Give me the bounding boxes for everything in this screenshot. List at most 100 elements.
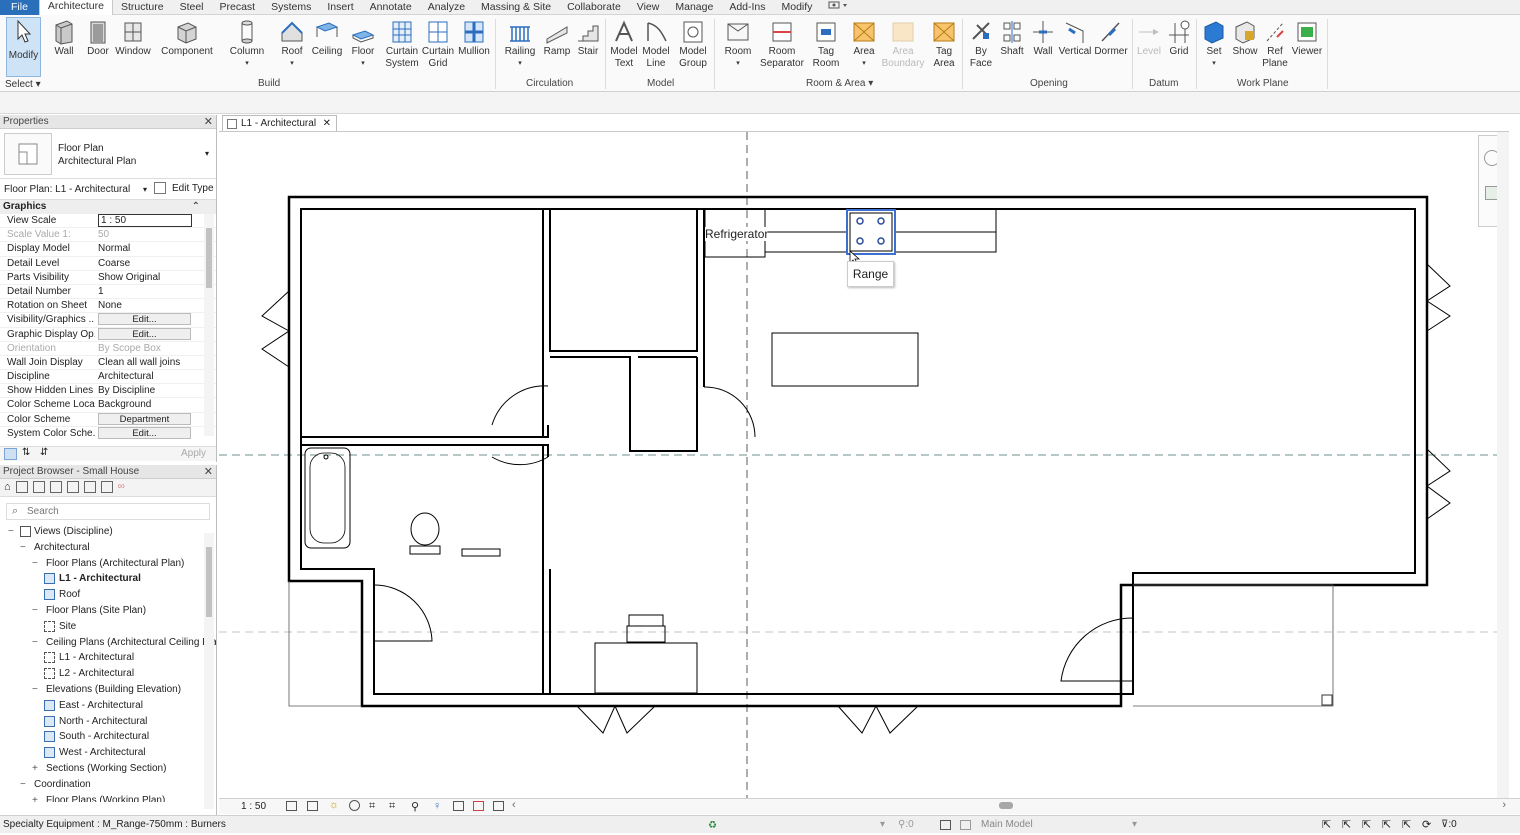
by-face-button[interactable]: By Face	[966, 18, 996, 70]
floor-button[interactable]: Floor ▾	[349, 18, 377, 70]
lock-icon[interactable]: ⚲	[411, 800, 419, 813]
room-separator-button[interactable]: Room Separator	[760, 18, 804, 70]
show-crop-icon[interactable]: ⌗	[389, 800, 395, 813]
filter-count[interactable]: ⊽:0	[1441, 816, 1457, 834]
canvas-vertical-scrollbar[interactable]	[1497, 132, 1509, 799]
scroll-right-icon[interactable]: ›	[1502, 799, 1506, 811]
expand-icon[interactable]: +	[32, 761, 38, 777]
refrigerator-label[interactable]: Refrigerator	[705, 227, 769, 241]
model-line-button[interactable]: Model Line	[640, 18, 672, 70]
tag-room-button[interactable]: Tag Room	[808, 18, 844, 70]
ref-plane-button[interactable]: Ref Plane	[1261, 18, 1289, 70]
tree-item[interactable]: − Floor Plans (Architectural Plan)	[0, 556, 216, 572]
range-burner[interactable]	[877, 217, 885, 225]
room-area-group-label[interactable]: Room & Area ▾	[806, 78, 873, 89]
expand-icon[interactable]: +	[32, 793, 38, 802]
close-icon[interactable]: ✕	[323, 116, 331, 132]
tree-item[interactable]: Site	[0, 619, 216, 635]
main-model-dropdown[interactable]: Main Model	[981, 816, 1033, 834]
tree-item[interactable]: − Views (Discipline)	[0, 524, 216, 540]
window-button[interactable]: Window	[115, 18, 151, 58]
chevron-down-icon[interactable]: ▾	[1132, 816, 1137, 834]
tab-l1-architectural[interactable]: L1 - Architectural ✕	[222, 115, 337, 132]
tab-precast[interactable]: Precast	[212, 0, 264, 15]
tab-architecture[interactable]: Architecture	[38, 0, 113, 15]
tree-item[interactable]: East - Architectural	[0, 698, 216, 714]
collapse-icon[interactable]: −	[8, 524, 14, 540]
temporary-hide-icon[interactable]: ♀	[433, 800, 441, 812]
tree-item[interactable]: − Elevations (Building Elevation)	[0, 682, 216, 698]
workset-dropdown[interactable]: ▾	[880, 816, 885, 834]
browser-scrollbar[interactable]	[204, 533, 214, 809]
select-dropdown[interactable]: Select ▾	[5, 79, 41, 90]
horizontal-scroll-thumb[interactable]	[999, 802, 1013, 809]
prop-row[interactable]: Detail Number 1	[0, 285, 216, 300]
collapse-icon[interactable]: −	[32, 556, 38, 572]
column-button[interactable]: Column ▾	[227, 18, 267, 70]
wall-opening-button[interactable]: Wall	[1029, 18, 1057, 58]
dormer-button[interactable]: Dormer	[1093, 18, 1129, 58]
prop-row[interactable]: Detail Level Coarse	[0, 257, 216, 271]
group-icon[interactable]	[83, 481, 96, 493]
close-icon[interactable]: ✕	[204, 115, 213, 129]
reveal-hidden-icon[interactable]	[453, 801, 464, 811]
graphics-section[interactable]: Graphics ⌃	[0, 200, 216, 214]
worksharing-icon[interactable]: ♻	[708, 817, 717, 835]
detail-level-icon[interactable]	[286, 801, 297, 811]
prop-row[interactable]: Show Hidden Lines By Discipline	[0, 384, 216, 399]
prop-row[interactable]: Discipline Architectural	[0, 370, 216, 385]
select-pinned-icon[interactable]: ⇱	[1362, 816, 1371, 834]
shaft-button[interactable]: Shaft	[997, 18, 1027, 58]
properties-scrollbar[interactable]	[204, 214, 214, 436]
prop-row[interactable]: Display Model Normal	[0, 242, 216, 257]
tree-item[interactable]: − Coordination	[0, 777, 216, 793]
railing-button[interactable]: Railing ▾	[502, 18, 538, 70]
roof-button[interactable]: Roof ▾	[278, 18, 306, 70]
tree-item[interactable]: L1 - Architectural	[0, 650, 216, 666]
view-scale-button[interactable]: 1 : 50	[241, 801, 266, 812]
level-button[interactable]: Level	[1135, 18, 1163, 58]
tab-massing-site[interactable]: Massing & Site	[473, 0, 559, 15]
revit-links-icon[interactable]: ∞	[118, 481, 125, 494]
tree-item[interactable]: L1 - Architectural	[0, 571, 216, 587]
tab-systems[interactable]: Systems	[263, 0, 319, 15]
background-process-icon[interactable]: ⟳	[1422, 816, 1431, 834]
range-burner[interactable]	[856, 217, 864, 225]
area-button[interactable]: Area ▾	[850, 18, 878, 70]
search-input[interactable]	[27, 505, 187, 518]
instance-selector[interactable]: Floor Plan: L1 - Architectural ▾	[4, 183, 147, 197]
room-button[interactable]: Room ▾	[721, 18, 755, 70]
sun-path-icon[interactable]: ☼	[329, 799, 339, 811]
analytical-icon[interactable]	[493, 801, 504, 811]
drag-elements-icon[interactable]: ⇱	[1402, 816, 1411, 834]
prop-row[interactable]: View Scale 1 : 50	[0, 214, 216, 229]
select-links-icon[interactable]: ⇱	[1322, 816, 1331, 834]
tab-add-ins[interactable]: Add-Ins	[721, 0, 773, 15]
drawing-area[interactable]: Refrigerator Range	[219, 131, 1509, 799]
system-color-edit-button[interactable]: Edit...	[98, 426, 191, 439]
range-burner[interactable]	[877, 237, 885, 245]
design-options-icon[interactable]	[940, 820, 951, 830]
prop-row[interactable]: Parts Visibility Show Original	[0, 271, 216, 285]
properties-filter-icon[interactable]	[4, 448, 17, 460]
type-selector[interactable]: Floor Plan Architectural Plan ▾	[0, 129, 216, 179]
vertical-opening-button[interactable]: Vertical	[1058, 18, 1092, 58]
tag-area-button[interactable]: Tag Area	[929, 18, 959, 70]
visual-style-icon[interactable]	[307, 801, 318, 811]
modify-tool[interactable]: Modify	[7, 18, 40, 62]
floor-plan-drawing[interactable]	[219, 132, 1509, 799]
door-button[interactable]: Door	[84, 18, 112, 58]
edit-type-button[interactable]: Edit Type	[172, 183, 214, 194]
tree-item[interactable]: North - Architectural	[0, 714, 216, 730]
editing-requests[interactable]: ⚲:0	[898, 816, 914, 834]
component-button[interactable]: Component	[159, 18, 215, 58]
tree-item[interactable]: − Architectural	[0, 540, 216, 556]
schedule-icon[interactable]	[49, 481, 62, 493]
ramp-button[interactable]: Ramp	[541, 18, 573, 58]
tree-item[interactable]: − Floor Plans (Site Plan)	[0, 603, 216, 619]
shadows-icon[interactable]	[349, 800, 360, 811]
scroll-left-icon[interactable]: ‹	[512, 799, 516, 811]
collapse-icon[interactable]: −	[20, 540, 26, 556]
tab-collaborate[interactable]: Collaborate	[559, 0, 629, 15]
select-underlay-icon[interactable]: ⇱	[1342, 816, 1351, 834]
